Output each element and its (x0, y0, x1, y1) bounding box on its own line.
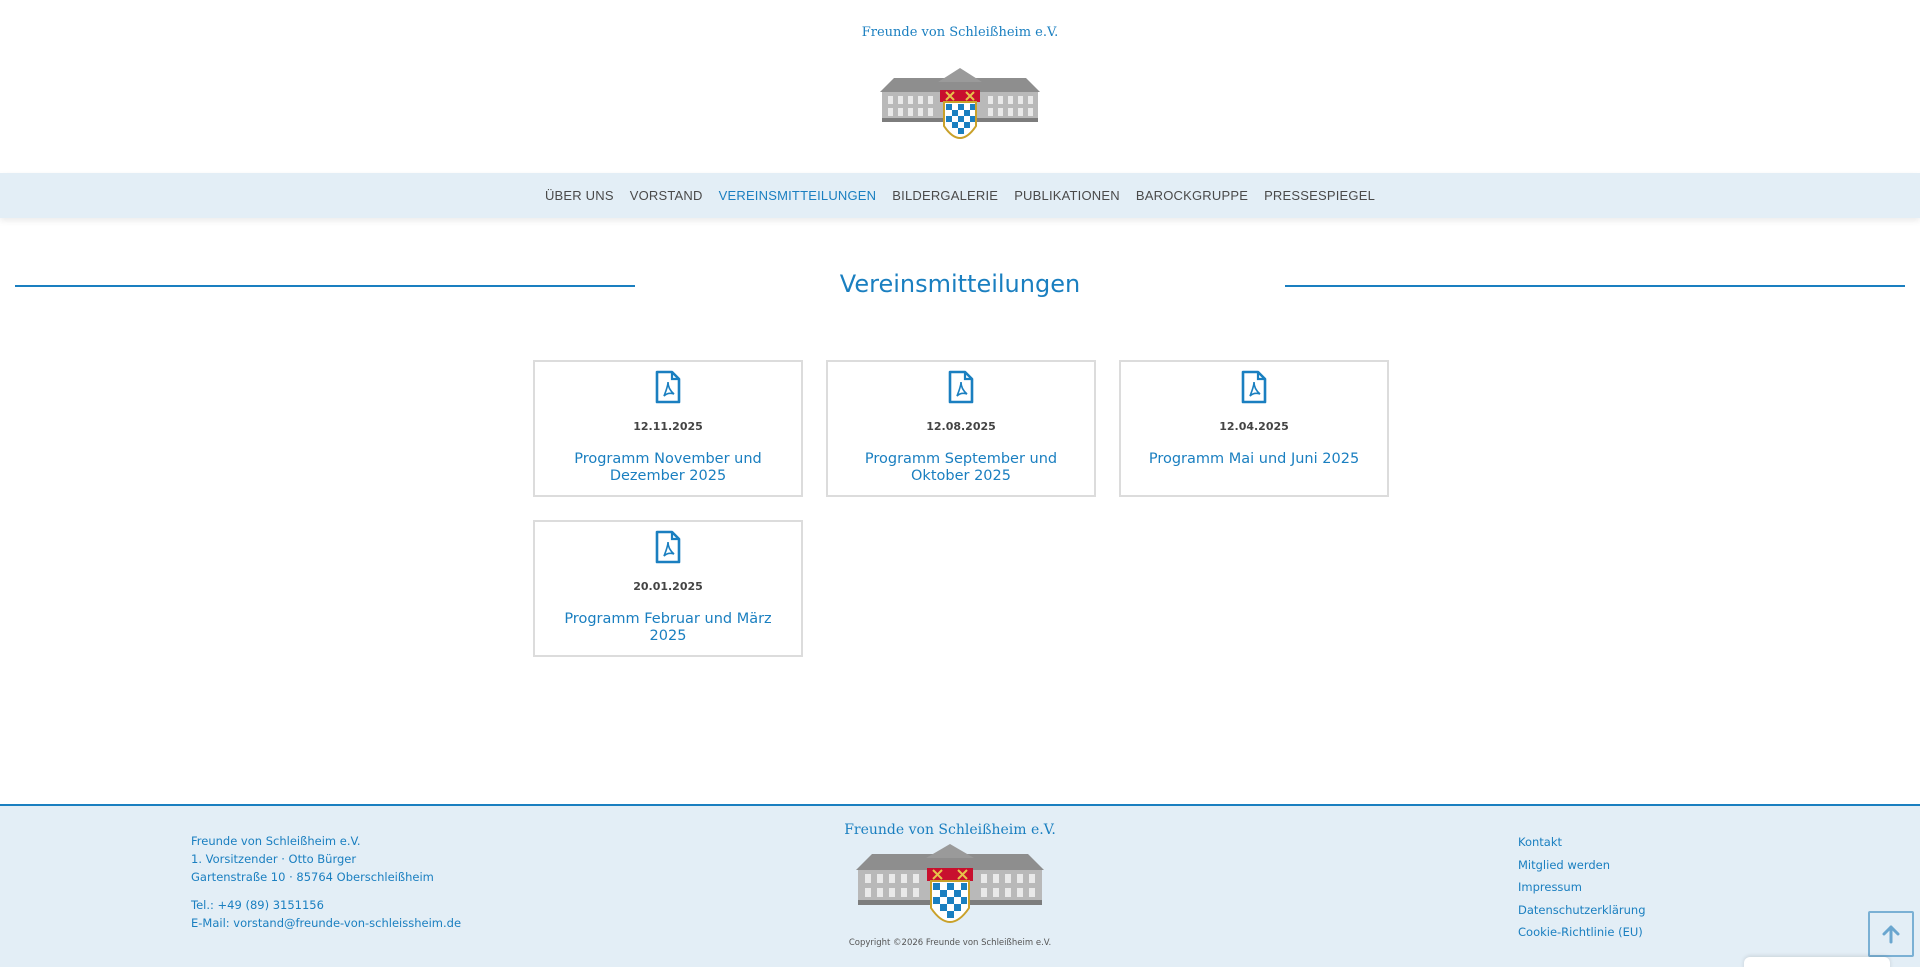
footer-link-kontakt[interactable]: Kontakt (1518, 834, 1646, 852)
document-card[interactable]: 12.04.2025 Programm Mai und Juni 2025 (1119, 360, 1389, 497)
footer-link-cookie-richtlinie[interactable]: Cookie-Richtlinie (EU) (1518, 924, 1646, 942)
document-date: 12.11.2025 (633, 420, 703, 433)
footer-phone[interactable]: Tel.: +49 (89) 3151156 (191, 896, 461, 914)
footer-copyright: Copyright ©2026 Freunde von Schleißheim … (848, 938, 1052, 948)
nav-item-ueber-uns[interactable]: ÜBER UNS (537, 188, 622, 203)
site-header: Freunde von Schleißheim e.V. (0, 0, 1920, 173)
arrow-up-icon (1882, 925, 1900, 944)
document-card[interactable]: 20.01.2025 Programm Februar und März 202… (533, 520, 803, 657)
nav-item-bildergalerie[interactable]: BILDERGALERIE (884, 188, 1006, 203)
document-date: 12.08.2025 (926, 420, 996, 433)
footer-brand-title: Freunde von Schleißheim e.V. (844, 822, 1056, 838)
nav-item-pressespiegel[interactable]: PRESSESPIEGEL (1256, 188, 1383, 203)
document-title[interactable]: Programm September und Oktober 2025 (828, 451, 1094, 485)
document-title[interactable]: Programm Mai und Juni 2025 (1139, 451, 1369, 468)
page-title: Vereinsmitteilungen (839, 270, 1081, 298)
footer-address: Freunde von Schleißheim e.V. 1. Vorsitze… (191, 832, 461, 932)
footer-email[interactable]: E-Mail: vorstand@freunde-von-schleisshei… (191, 914, 461, 932)
footer-link-mitglied-werden[interactable]: Mitglied werden (1518, 857, 1646, 875)
document-card[interactable]: 12.08.2025 Programm September und Oktobe… (826, 360, 1096, 497)
pdf-file-icon (655, 530, 681, 564)
document-list: 12.11.2025 Programm November und Dezembe… (533, 360, 1389, 657)
footer-org-name: Freunde von Schleißheim e.V. (191, 834, 361, 848)
nav-item-barockgruppe[interactable]: BAROCKGRUPPE (1128, 188, 1256, 203)
schloss-wappen-logo (856, 844, 1044, 923)
pdf-file-icon (655, 370, 681, 404)
title-divider-right (1285, 285, 1905, 287)
footer-link-datenschutz[interactable]: Datenschutzerklärung (1518, 902, 1646, 920)
pdf-file-icon (948, 370, 974, 404)
footer-links: Kontakt Mitglied werden Impressum Datens… (1518, 834, 1646, 942)
page-title-row: Vereinsmitteilungen (15, 270, 1905, 302)
schloss-wappen-logo[interactable] (880, 68, 1040, 150)
cookie-consent-tab[interactable] (1744, 957, 1890, 967)
footer-link-impressum[interactable]: Impressum (1518, 879, 1646, 897)
footer-street: Gartenstraße 10 · 85764 Oberschleißheim (191, 870, 434, 884)
document-title[interactable]: Programm November und Dezember 2025 (535, 451, 801, 485)
footer-brand: Freunde von Schleißheim e.V. Copyright ©… (800, 822, 1100, 948)
document-title[interactable]: Programm Februar und März 2025 (535, 611, 801, 645)
scroll-to-top-button[interactable] (1868, 911, 1914, 957)
nav-item-vereinsmitteilungen[interactable]: VEREINSMITTEILUNGEN (711, 188, 885, 203)
site-footer: Freunde von Schleißheim e.V. 1. Vorsitze… (0, 804, 1920, 967)
footer-chairman: 1. Vorsitzender · Otto Bürger (191, 852, 357, 866)
nav-item-publikationen[interactable]: PUBLIKATIONEN (1006, 188, 1128, 203)
document-date: 12.04.2025 (1219, 420, 1289, 433)
nav-item-vorstand[interactable]: VORSTAND (622, 188, 711, 203)
main-navigation: ÜBER UNS VORSTAND VEREINSMITTEILUNGEN BI… (0, 173, 1920, 218)
document-card[interactable]: 12.11.2025 Programm November und Dezembe… (533, 360, 803, 497)
pdf-file-icon (1241, 370, 1267, 404)
brand-title[interactable]: Freunde von Schleißheim e.V. (0, 25, 1920, 40)
document-date: 20.01.2025 (633, 580, 703, 593)
